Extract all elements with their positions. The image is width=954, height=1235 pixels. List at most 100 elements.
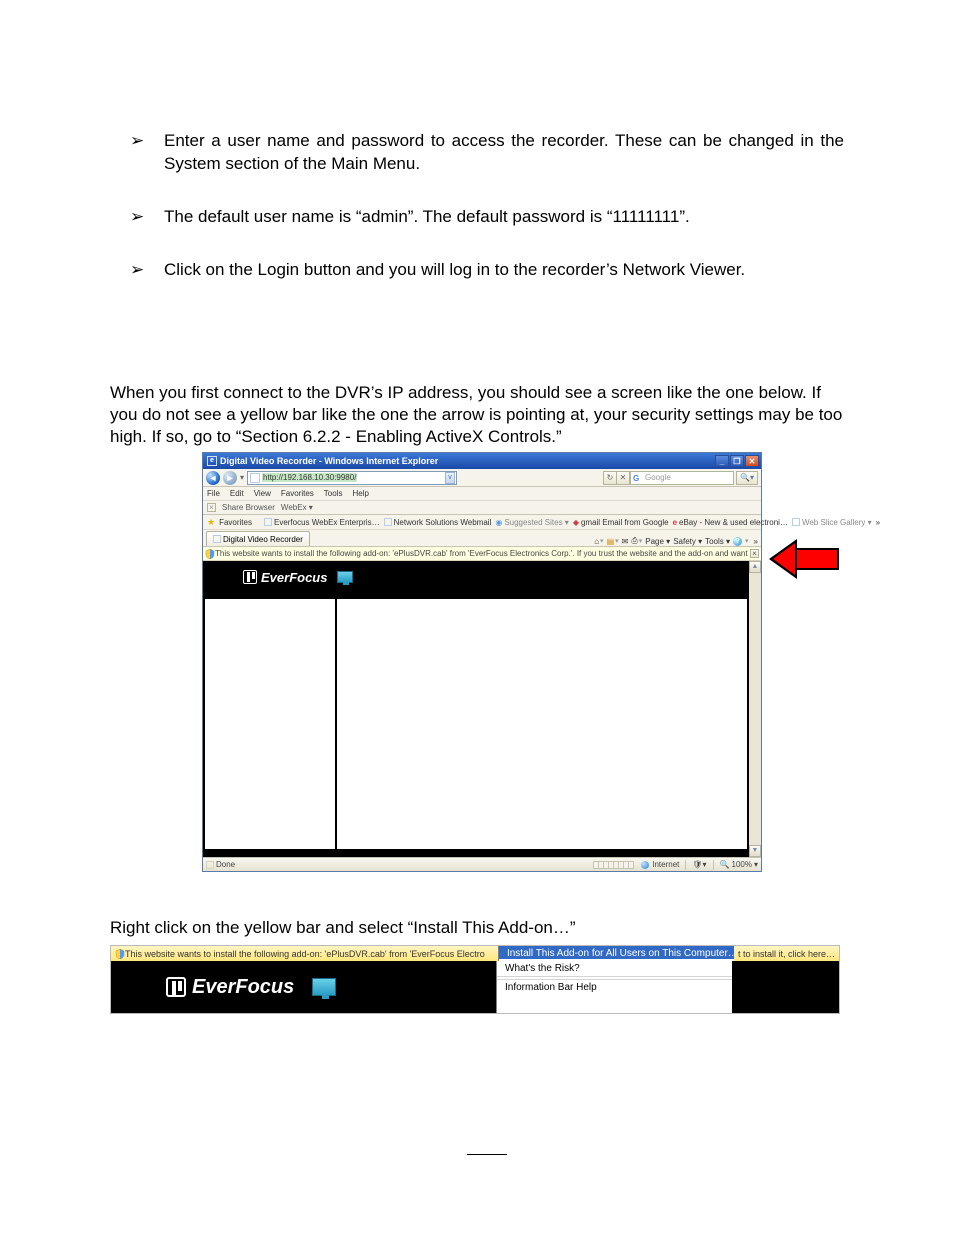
fav-link[interactable]: Web Slice Gallery ▾ [792, 518, 872, 527]
command-bar: ⌂▾ ▤▾ ✉ ⎙▾ Page ▾ Safety ▾ Tools ▾ ?▾ » [594, 536, 758, 546]
address-dropdown-icon[interactable]: v [445, 472, 455, 484]
bullet-text: Enter a user name and password to access… [164, 130, 844, 176]
menu-favorites[interactable]: Favorites [281, 489, 314, 498]
zoom-control[interactable]: 🔍 100% ▾ [720, 860, 758, 869]
brand-text: EverFocus [261, 570, 327, 585]
left-pane [205, 599, 335, 849]
page-content: EverFocus [203, 561, 749, 857]
protected-mode-icon[interactable]: 🛡▾ [692, 860, 706, 869]
bullet-marker-icon: ➢ [130, 130, 164, 176]
menu-item-install[interactable]: Install This Add-on for All Users on Thi… [499, 946, 734, 959]
fav-link[interactable]: ◉Suggested Sites ▾ [495, 518, 568, 527]
menu-edit[interactable]: Edit [230, 489, 244, 498]
bullet-item: ➢ The default user name is “admin”. The … [130, 206, 844, 229]
search-go-button[interactable]: 🔍▾ [736, 471, 758, 485]
stop-button[interactable]: ✕ [616, 471, 630, 485]
back-button[interactable]: ◄ [206, 471, 220, 485]
fav-link[interactable]: ◆gmail Email from Google [573, 518, 669, 527]
share-browser-button[interactable]: Share Browser [222, 503, 275, 512]
bullet-marker-icon: ➢ [130, 259, 164, 282]
status-done: Done [206, 860, 235, 869]
bullet-item: ➢ Click on the Login button and you will… [130, 259, 844, 282]
menu-file[interactable]: File [207, 489, 220, 498]
navigation-bar: ◄ ► ▾ http://192.168.10.30:9980/ v ↻ ✕ G… [203, 469, 761, 487]
internet-zone-icon [641, 861, 649, 869]
infobar-message: This website wants to install the follow… [215, 549, 750, 558]
favorites-star-icon[interactable]: ★ [207, 517, 215, 528]
menu-item-risk[interactable]: What's the Risk? [497, 961, 732, 977]
browser-tab[interactable]: Digital Video Recorder [206, 531, 310, 546]
window-title: Digital Video Recorder - Windows Interne… [220, 456, 715, 466]
security-zone[interactable]: Internet [652, 860, 679, 869]
brand-text: EverFocus [192, 976, 294, 999]
tab-label: Digital Video Recorder [223, 535, 303, 544]
window-titlebar[interactable]: e Digital Video Recorder - Windows Inter… [203, 453, 761, 469]
address-text: http://192.168.10.30:9980/ [262, 473, 357, 482]
scroll-down-button[interactable]: ▼ [749, 845, 761, 857]
search-provider: Google [645, 473, 671, 482]
bullet-list: ➢ Enter a user name and password to acce… [130, 130, 844, 282]
print-icon: ⎙ [631, 536, 637, 546]
scroll-up-button[interactable]: ▲ [749, 561, 761, 573]
shield-icon [115, 949, 125, 959]
print-button[interactable]: ⎙▾ [631, 536, 642, 546]
infobar-message: This website wants to install the follow… [125, 949, 485, 959]
globe-icon: ◉ [495, 518, 502, 527]
status-bar: Done Internet 🛡▾ 🔍 100% ▾ [203, 857, 761, 871]
menu-view[interactable]: View [254, 489, 271, 498]
fav-link[interactable]: Network Solutions Webmail [384, 518, 492, 527]
webex-button[interactable]: WebEx ▾ [281, 503, 313, 512]
ie-window-screenshot: e Digital Video Recorder - Windows Inter… [202, 452, 762, 872]
everfocus-logo: EverFocus [166, 976, 294, 999]
maximize-button[interactable]: ❐ [730, 455, 744, 467]
home-icon: ⌂ [594, 537, 599, 546]
mail-button[interactable]: ✉ [622, 537, 629, 546]
home-button[interactable]: ⌂▾ [594, 537, 603, 546]
refresh-button[interactable]: ↻ [603, 471, 617, 485]
minimize-button[interactable]: _ [715, 455, 729, 467]
fav-link[interactable]: eeBay - New & used electroni… [673, 518, 788, 527]
monitor-icon [312, 978, 336, 996]
overflow-chevron-icon[interactable]: » [754, 537, 758, 546]
feeds-button[interactable]: ▤▾ [607, 537, 619, 546]
help-dropdown-icon[interactable]: ▾ [745, 537, 749, 545]
search-input[interactable]: G Google [630, 471, 734, 485]
page-icon [206, 861, 214, 869]
context-menu-screenshot: This website wants to install the follow… [110, 945, 840, 1014]
address-bar[interactable]: http://192.168.10.30:9980/ v [247, 471, 457, 485]
menu-item-help[interactable]: Information Bar Help [497, 979, 732, 995]
favorites-label[interactable]: Favorites [219, 518, 252, 527]
activex-info-bar[interactable]: This website wants to install the follow… [203, 547, 761, 561]
context-menu: Install This Add-on for All Users on Thi… [498, 946, 734, 961]
svg-text:G: G [633, 474, 639, 483]
tools-menu[interactable]: Tools ▾ [705, 537, 730, 546]
gmail-icon: ◆ [573, 518, 579, 527]
vertical-scrollbar[interactable]: ▲ ▼ [749, 561, 761, 857]
overflow-chevron-icon[interactable]: » [876, 518, 880, 527]
close-button[interactable]: ✕ [745, 455, 759, 467]
nav-dropdown-icon[interactable]: ▾ [240, 473, 244, 482]
shield-icon [205, 549, 215, 559]
forward-button[interactable]: ► [223, 471, 237, 485]
instruction-paragraph: When you first connect to the DVR’s IP a… [110, 382, 844, 448]
infobar-close-button[interactable]: × [750, 549, 759, 558]
progress-indicator [594, 861, 634, 869]
bullet-marker-icon: ➢ [130, 206, 164, 229]
safety-menu[interactable]: Safety ▾ [673, 537, 702, 546]
menu-tools[interactable]: Tools [324, 489, 343, 498]
menu-help[interactable]: Help [352, 489, 368, 498]
page-icon [792, 518, 800, 526]
infobar-right[interactable]: t to install it, click here… [734, 946, 839, 961]
help-button[interactable]: ? [733, 537, 742, 546]
toolbar-close-icon[interactable]: × [207, 503, 216, 512]
activex-info-bar[interactable]: This website wants to install the follow… [111, 946, 498, 961]
page-menu[interactable]: Page ▾ [645, 537, 670, 546]
page-right-area [732, 961, 839, 1013]
ie-app-icon: e [207, 456, 217, 466]
right-pane [337, 599, 747, 849]
fav-link[interactable]: Everfocus WebEx Enterpris… [264, 518, 380, 527]
rss-icon: ▤ [607, 537, 615, 546]
footer-rule [467, 1154, 507, 1155]
page-logo-area: EverFocus [111, 961, 496, 1013]
instruction-paragraph-2: Right click on the yellow bar and select… [110, 917, 844, 939]
